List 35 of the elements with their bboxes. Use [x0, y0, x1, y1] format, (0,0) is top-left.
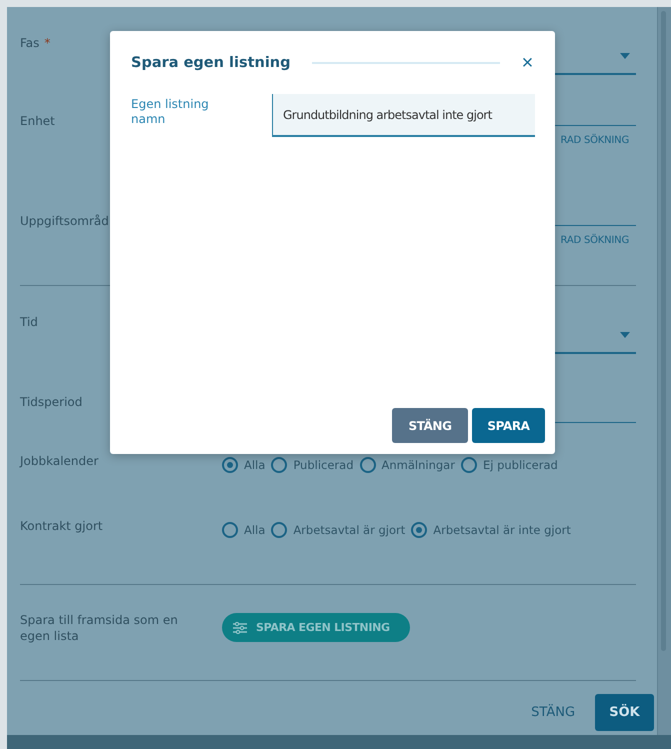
radio-button[interactable] [222, 522, 238, 538]
radio-button[interactable] [460, 457, 477, 473]
radio-button[interactable] [222, 457, 238, 473]
field-label: Fas [20, 35, 40, 51]
field-label: Tid [20, 314, 38, 330]
field-label: Spara till framsida som en egen lista [20, 612, 179, 644]
radio-label: Alla [244, 458, 266, 472]
radio-label: Arbetsavtal är inte gjort [433, 523, 571, 537]
dropdown-caret-icon [620, 53, 630, 59]
field-label: Egen listning namn [131, 97, 210, 128]
scrollbar[interactable] [657, 7, 671, 735]
search-button[interactable]: SÖK [595, 694, 654, 731]
radio-button[interactable] [360, 457, 376, 473]
field-label: Kontrakt gjort [20, 518, 103, 534]
required-mark: * [44, 36, 50, 50]
radio-label: Alla [244, 523, 266, 537]
save-button[interactable]: SPARA [472, 408, 545, 443]
field-label: Tidsperiod [20, 394, 82, 410]
dropdown-caret-icon [620, 332, 630, 338]
radio-button[interactable] [271, 522, 288, 538]
close-button[interactable]: STÄNG [392, 408, 468, 443]
field-label: Enhet [20, 113, 55, 129]
name-input-field[interactable]: Grundutbildning arbetsavtal inte gjort [272, 94, 535, 137]
radio-button[interactable] [411, 522, 428, 538]
close-button[interactable]: × [520, 53, 536, 73]
radio-label: Ej publicerad [482, 458, 558, 472]
field-label: Uppgiftsområd [20, 213, 109, 229]
radio-label: Publicerad [293, 458, 354, 472]
radio-button[interactable] [271, 457, 288, 473]
dialog-title: Spara egen listning [131, 55, 291, 71]
close-button[interactable]: STÄNG [531, 705, 576, 720]
radio-label: Anmälningar [382, 458, 455, 472]
sliders-icon [233, 622, 247, 634]
radio-label: Arbetsavtal är gjort [293, 523, 406, 537]
field-label: Jobbkalender [20, 453, 98, 469]
